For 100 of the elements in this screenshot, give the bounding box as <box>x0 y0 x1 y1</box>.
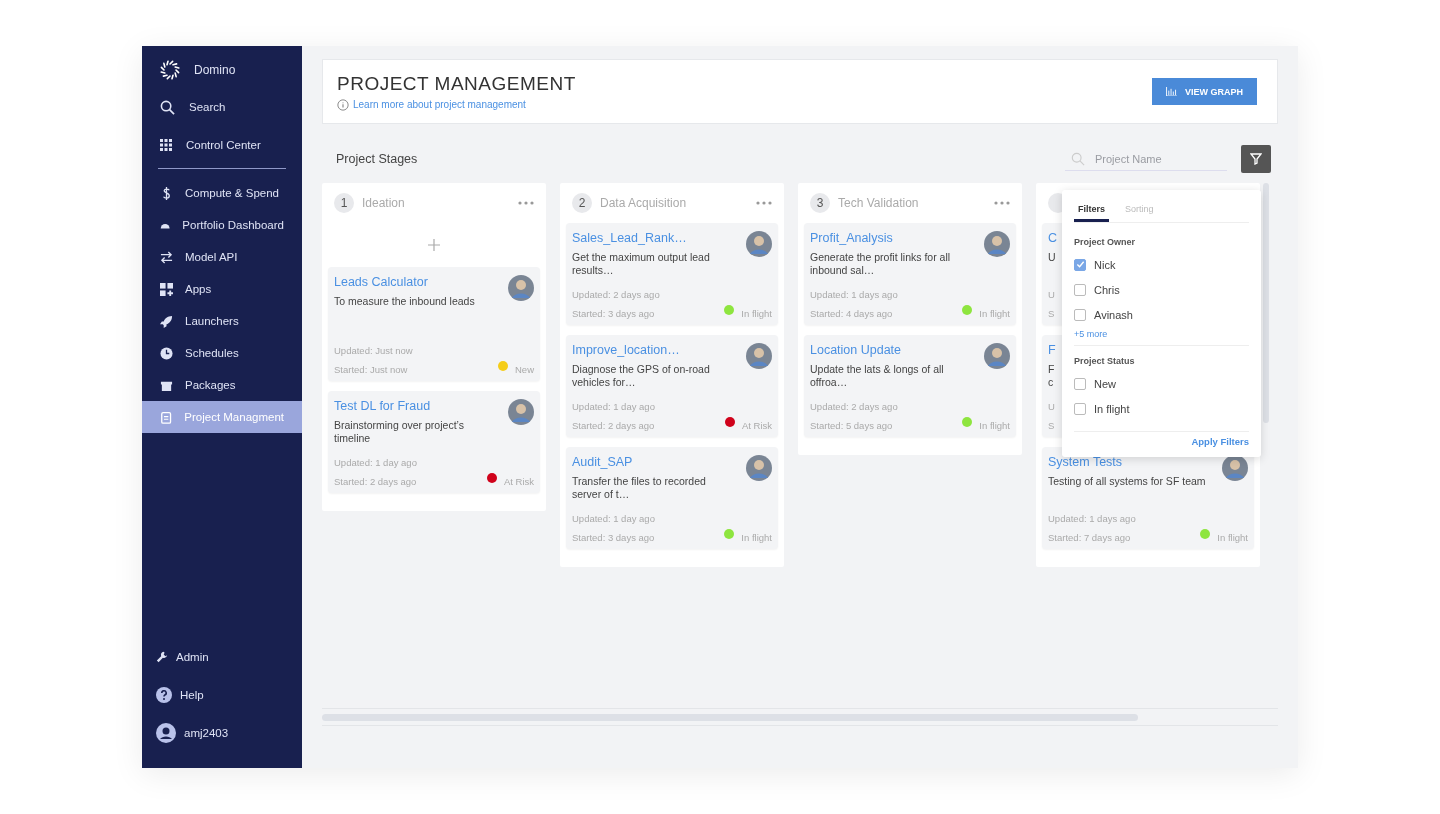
updated-time: Updated: 1 day ago <box>572 513 655 524</box>
project-description: Brainstorming over project’s timeline <box>334 419 465 445</box>
started-time: Started: 2 days ago <box>572 420 655 431</box>
checkbox[interactable] <box>1074 258 1086 271</box>
checkbox[interactable] <box>1074 308 1086 321</box>
nav-item[interactable]: Help <box>142 676 302 714</box>
project-description: U <box>1048 251 1057 264</box>
page-title: PROJECT MANAGEMENT <box>337 72 576 95</box>
updated-time: Updated: 2 days ago <box>810 401 898 412</box>
nav-item[interactable]: Search <box>142 88 302 126</box>
view-graph-button[interactable]: VIEW GRAPH <box>1152 78 1257 105</box>
nav-item[interactable]: Admin <box>142 638 302 676</box>
grid-icon <box>160 139 172 151</box>
filter-group-title: Project Status <box>1074 356 1136 366</box>
project-description: Diagnose the GPS of on-road vehicles for… <box>572 363 711 389</box>
status-label: In flight <box>979 308 1010 319</box>
search-icon <box>1071 151 1085 166</box>
project-description: Get the maximum output lead results… <box>572 251 711 277</box>
bar-chart-icon <box>1166 87 1177 96</box>
option-label: Avinash <box>1094 308 1133 321</box>
more-icon[interactable] <box>994 201 1010 205</box>
stage-number: 2 <box>572 193 592 213</box>
project-description: Generate the profit links for all inbound sal… <box>810 251 952 277</box>
filter-icon <box>1250 153 1262 165</box>
project-card[interactable]: Audit_SAP Transfer the files to recorded server of t… Updated: 1 day ago Started: 3 days ago In flight <box>566 447 778 549</box>
nav-item[interactable]: Launchers <box>142 305 302 337</box>
started-time: Started: 4 days ago <box>810 308 893 319</box>
updated-time: U <box>1048 289 1055 300</box>
updated-time: Updated: 1 day ago <box>334 457 417 468</box>
checkbox[interactable] <box>1074 283 1086 296</box>
project-card[interactable]: Location Update Update the lats & longs of all offroa… Updated: 2 days ago Started: 5 days ago In flight <box>804 335 1016 437</box>
logo-icon <box>160 60 180 80</box>
option-label: Chris <box>1094 283 1120 296</box>
nav-item[interactable]: Packages <box>142 369 302 401</box>
avatar-icon <box>508 275 534 301</box>
status-label: In flight <box>741 532 772 543</box>
brand-name: Domino <box>194 63 236 77</box>
started-time: S <box>1048 308 1055 319</box>
info-icon <box>337 98 349 111</box>
project-description: Transfer the files to recorded server of t… <box>572 475 707 501</box>
started-time: Started: Just now <box>334 364 408 375</box>
nav-item[interactable]: Model API <box>142 241 302 273</box>
clipboard-icon <box>160 410 173 424</box>
nav-item[interactable]: Control Center <box>142 126 302 164</box>
popover-tab[interactable]: Filters <box>1074 200 1109 222</box>
add-icon[interactable] <box>428 239 440 251</box>
status-label: In flight <box>979 420 1010 431</box>
avatar-icon <box>746 455 772 481</box>
checkbox[interactable] <box>1074 377 1086 390</box>
search-field[interactable]: Project Name <box>1093 151 1217 166</box>
filter-button[interactable] <box>1241 145 1271 173</box>
avatar-icon <box>984 231 1010 257</box>
avatar-icon <box>508 399 534 425</box>
more-link[interactable]: +5 more <box>1074 329 1249 346</box>
updated-time: Updated: 1 day ago <box>572 401 655 412</box>
status-label: At Risk <box>503 476 534 487</box>
scrollbar-thumb[interactable] <box>1263 183 1269 423</box>
started-time: Started: 3 days ago <box>572 308 655 319</box>
option-label: Nick <box>1094 258 1116 271</box>
started-time: Started: 3 days ago <box>572 532 655 543</box>
project-card[interactable]: Test DL for Fraud Brainstorming over project’s timeline Updated: 1 day ago Started: 2 days ago At Risk <box>328 391 540 493</box>
status-label: In flight <box>741 308 772 319</box>
clock-icon <box>160 346 173 360</box>
status-label: At Risk <box>741 420 772 431</box>
project-card[interactable]: Sales_Lead_Rank… Get the maximum output lead results… Updated: 2 days ago Started: 3 days ago In flight <box>566 223 778 325</box>
updated-time: Updated: 1 days ago <box>1048 513 1136 524</box>
option-label: In flight <box>1094 402 1130 415</box>
search-icon <box>160 99 175 115</box>
apps-icon <box>160 282 173 296</box>
project-card[interactable]: Leads Calculator To measure the inbound leads Updated: Just now Started: Just now New <box>328 267 540 381</box>
help-icon <box>156 687 172 703</box>
option-label: New <box>1094 377 1116 390</box>
checkbox[interactable] <box>1074 402 1086 415</box>
nav-item[interactable]: amj2403 <box>142 714 302 752</box>
project-description: Update the lats & longs of all offroa… <box>810 363 945 389</box>
stage-number: 1 <box>334 193 354 213</box>
nav-item[interactable]: Apps <box>142 273 302 305</box>
learn-more-link[interactable]: Learn more about project management <box>353 99 526 110</box>
more-icon[interactable] <box>756 201 772 205</box>
more-icon[interactable] <box>518 201 534 205</box>
nav-item[interactable]: Compute & Spend <box>142 177 302 209</box>
avatar-icon <box>746 343 772 369</box>
stage-number: 3 <box>810 193 830 213</box>
stage-name: Data Acquisition <box>600 196 688 210</box>
wrench-icon <box>156 651 168 663</box>
rocket-icon <box>160 314 173 328</box>
swap-arrows-icon <box>160 250 173 264</box>
updated-time: Updated: 2 days ago <box>572 289 660 300</box>
stage-name: Ideation <box>362 196 406 210</box>
project-card[interactable]: Improve_location… Diagnose the GPS of on-road vehicles for… Updated: 1 day ago Started: 2 days ago At Risk <box>566 335 778 437</box>
started-time: Started: 2 days ago <box>334 476 417 487</box>
started-time: S <box>1048 420 1055 431</box>
status-label: In flight <box>1217 532 1248 543</box>
updated-time: Updated: Just now <box>334 345 413 356</box>
project-card[interactable]: System Tests Testing of all systems for SF team Updated: 1 days ago Started: 7 days ago In flight <box>1042 447 1254 549</box>
dollar-icon <box>160 186 173 200</box>
user-icon <box>156 723 176 743</box>
nav-item[interactable]: Portfolio Dashboard <box>142 209 302 241</box>
project-card[interactable]: Profit_Analysis Generate the profit links for all inbound sal… Updated: 1 days ago Started: 4 days ago In flight <box>804 223 1016 325</box>
nav-item[interactable]: Schedules <box>142 337 302 369</box>
